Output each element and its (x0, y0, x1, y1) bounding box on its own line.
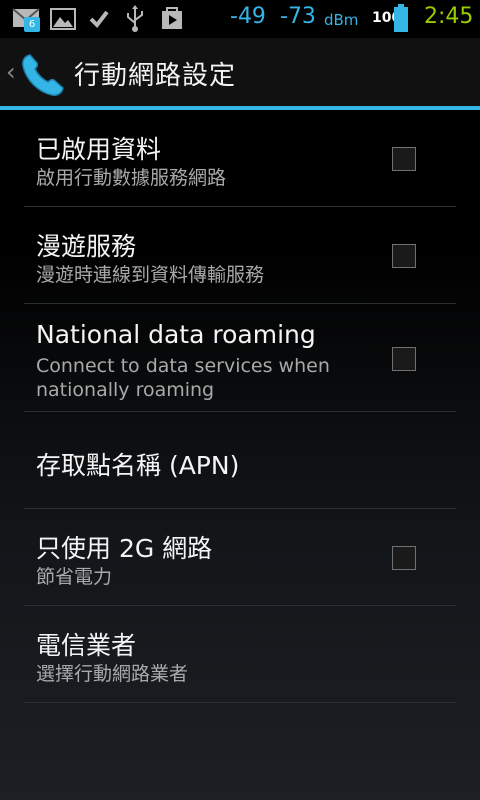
setting-national-data-roaming[interactable]: National data roaming Connect to data se… (24, 304, 456, 412)
status-bar: 6 -49 -73 dBm 100 2:45 (0, 0, 480, 38)
settings-list: 已啟用資料 啟用行動數據服務網路 漫遊服務 漫遊時連線到資料傳輸服務 Natio… (0, 110, 480, 800)
data-enabled-checkbox[interactable] (392, 147, 416, 171)
setting-summary: Connect to data services when nationally… (36, 355, 330, 401)
setting-summary: 選擇行動網路業者 (36, 663, 189, 685)
national-roaming-checkbox[interactable] (392, 347, 416, 371)
signal-unit: dBm (324, 11, 359, 29)
setting-title: 已啟用資料 (36, 135, 162, 164)
setting-title: National data roaming (36, 320, 316, 349)
setting-title: 只使用 2G 網路 (36, 534, 213, 563)
roaming-checkbox[interactable] (392, 244, 416, 268)
setting-data-enabled[interactable]: 已啟用資料 啟用行動數據服務網路 (24, 110, 456, 207)
check-icon (88, 8, 110, 34)
up-chevron-icon[interactable]: ‹ (6, 60, 16, 84)
setting-roaming[interactable]: 漫遊服務 漫遊時連線到資料傳輸服務 (24, 207, 456, 304)
2g-only-checkbox[interactable] (392, 546, 416, 570)
setting-apn[interactable]: 存取點名稱 (APN) (24, 412, 456, 509)
mail-count-badge: 6 (24, 17, 40, 32)
page-title: 行動網路設定 (74, 61, 237, 91)
signal-strength-1: -49 (230, 4, 266, 29)
setting-summary: 節省電力 (36, 566, 113, 588)
setting-summary: 啟用行動數據服務網路 (36, 167, 227, 189)
action-bar: ‹ 行動網路設定 (0, 38, 480, 110)
signal-strength-2: -73 (280, 4, 316, 29)
setting-network-operators[interactable]: 電信業者 選擇行動網路業者 (24, 606, 456, 703)
setting-2g-only[interactable]: 只使用 2G 網路 節省電力 (24, 509, 456, 606)
usb-icon (124, 5, 146, 37)
setting-summary: 漫遊時連線到資料傳輸服務 (36, 264, 265, 286)
setting-title: 漫遊服務 (36, 232, 137, 261)
setting-title: 存取點名稱 (APN) (36, 451, 240, 480)
play-store-icon (160, 5, 184, 35)
battery-icon (394, 4, 408, 36)
image-icon (50, 8, 76, 34)
phone-icon[interactable] (18, 50, 68, 104)
setting-title: 電信業者 (36, 631, 137, 660)
clock: 2:45 (424, 4, 474, 29)
